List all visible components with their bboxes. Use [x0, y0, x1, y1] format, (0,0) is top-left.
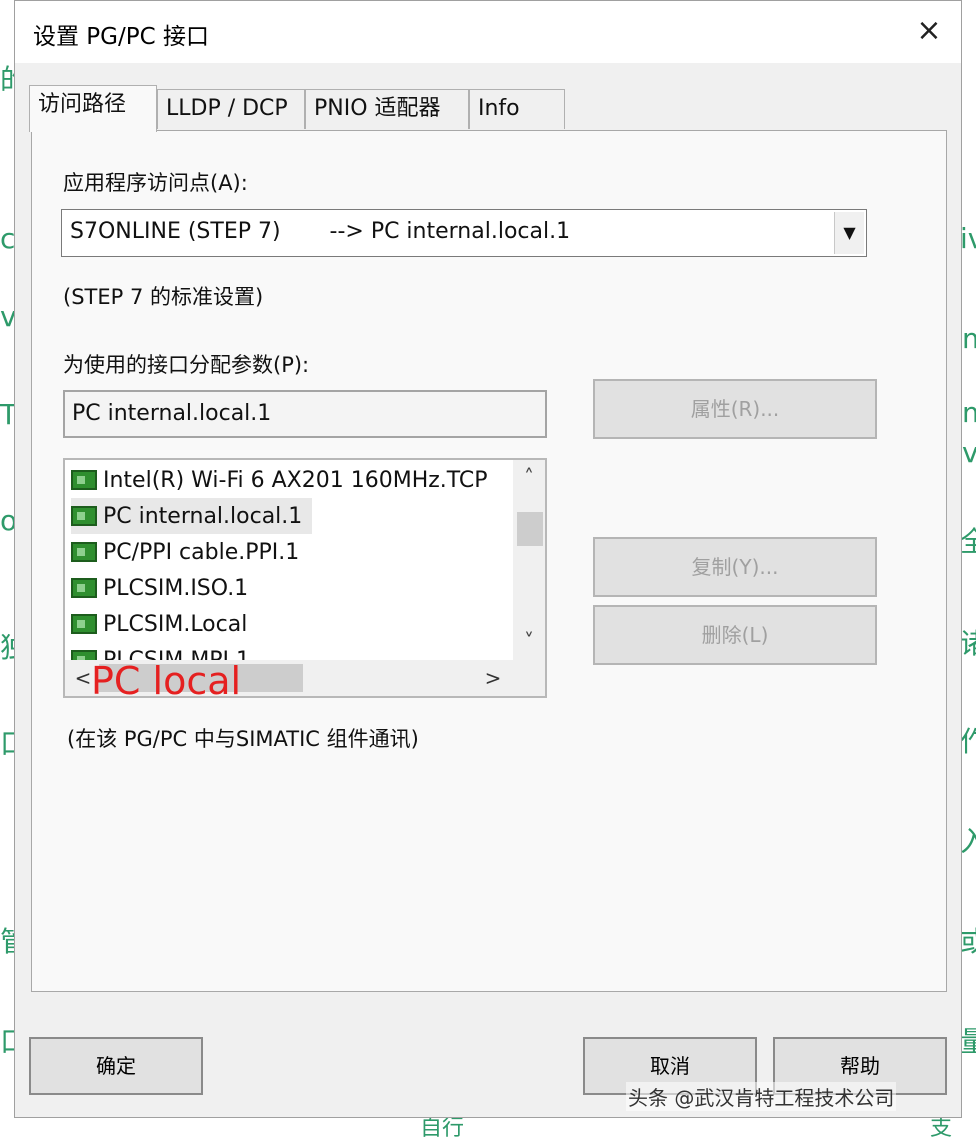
scroll-down-icon[interactable]: ˅	[513, 626, 545, 656]
background-text: 作	[960, 725, 976, 758]
network-card-icon	[71, 506, 97, 526]
access-point-label: 应用程序访问点(A):	[63, 171, 248, 195]
scroll-right-icon[interactable]: >	[481, 660, 505, 696]
dialog-title: 设置 PG/PC 接口	[33, 24, 209, 50]
list-item[interactable]: PLCSIM.ISO.1	[71, 570, 248, 606]
list-item-label: Intel(R) Wi-Fi 6 AX201 160MHz.TCP	[103, 467, 488, 493]
access-point-select[interactable]: S7ONLINE (STEP 7) --> PC internal.local.…	[61, 209, 867, 257]
properties-button[interactable]: 属性(R)...	[593, 379, 877, 439]
tab-pnio-adapter[interactable]: PNIO 适配器	[305, 89, 469, 129]
list-item[interactable]: PLCSIM.MPI.1	[71, 642, 250, 660]
list-item[interactable]: Intel(R) Wi-Fi 6 AX201 160MHz.TCP	[71, 462, 488, 498]
delete-button[interactable]: 删除(L)	[593, 605, 877, 665]
access-point-value: S7ONLINE (STEP 7) --> PC internal.local.…	[70, 219, 571, 244]
title-bar[interactable]: 设置 PG/PC 接口 ×	[15, 1, 961, 63]
interface-params-label: 为使用的接口分配参数(P):	[63, 353, 310, 377]
copy-button[interactable]: 复制(Y)...	[593, 537, 877, 597]
background-text: iv	[960, 222, 976, 255]
list-item-label: PLCSIM.ISO.1	[103, 575, 249, 601]
watermark: 头条 @武汉肯特工程技术公司	[626, 1082, 897, 1111]
network-card-icon	[71, 578, 97, 598]
background-text: 诸	[960, 627, 976, 660]
background-text: 入	[960, 825, 976, 858]
red-annotation: PC local	[91, 659, 242, 703]
scroll-up-icon[interactable]: ˄	[513, 462, 545, 492]
background-text: m	[962, 322, 976, 355]
chevron-down-icon[interactable]: ▼	[834, 212, 864, 254]
tab-access-path[interactable]: 访问路径	[29, 85, 157, 132]
list-item[interactable]: PC/PPI cable.PPI.1	[71, 534, 299, 570]
tab-info[interactable]: Info	[469, 89, 565, 129]
vertical-scrollbar[interactable]: ˄ ˅	[513, 460, 545, 660]
background-text: m	[962, 396, 976, 429]
background-text: 量	[960, 1025, 976, 1058]
network-card-icon	[71, 614, 97, 634]
tab-lldp-dcp[interactable]: LLDP / DCP	[157, 89, 305, 129]
vertical-scroll-thumb[interactable]	[517, 512, 543, 546]
background-text: 全	[960, 525, 976, 558]
list-item[interactable]: PLCSIM.Local	[71, 606, 247, 642]
list-item-label: PC internal.local.1	[103, 503, 303, 529]
access-point-description: (STEP 7 的标准设置)	[63, 285, 264, 309]
network-card-icon	[71, 542, 97, 562]
list-item[interactable]: PC internal.local.1	[71, 498, 313, 534]
close-icon[interactable]: ×	[911, 13, 947, 49]
interface-params-field: PC internal.local.1	[63, 390, 547, 438]
background-text: v	[962, 436, 976, 469]
interface-params-value: PC internal.local.1	[72, 401, 272, 426]
ok-button[interactable]: 确定	[29, 1037, 203, 1095]
interface-description: (在该 PG/PC 中与SIMATIC 组件通讯)	[67, 727, 419, 751]
background-text: 或	[960, 925, 976, 958]
interface-list: Intel(R) Wi-Fi 6 AX201 160MHz.TCP PC int…	[65, 460, 513, 660]
list-item-label: PLCSIM.Local	[103, 611, 248, 637]
list-item-label: PC/PPI cable.PPI.1	[103, 539, 300, 565]
network-card-icon	[71, 470, 97, 490]
pgpc-interface-dialog: 设置 PG/PC 接口 × 访问路径 LLDP / DCP PNIO 适配器 I…	[14, 0, 962, 1118]
